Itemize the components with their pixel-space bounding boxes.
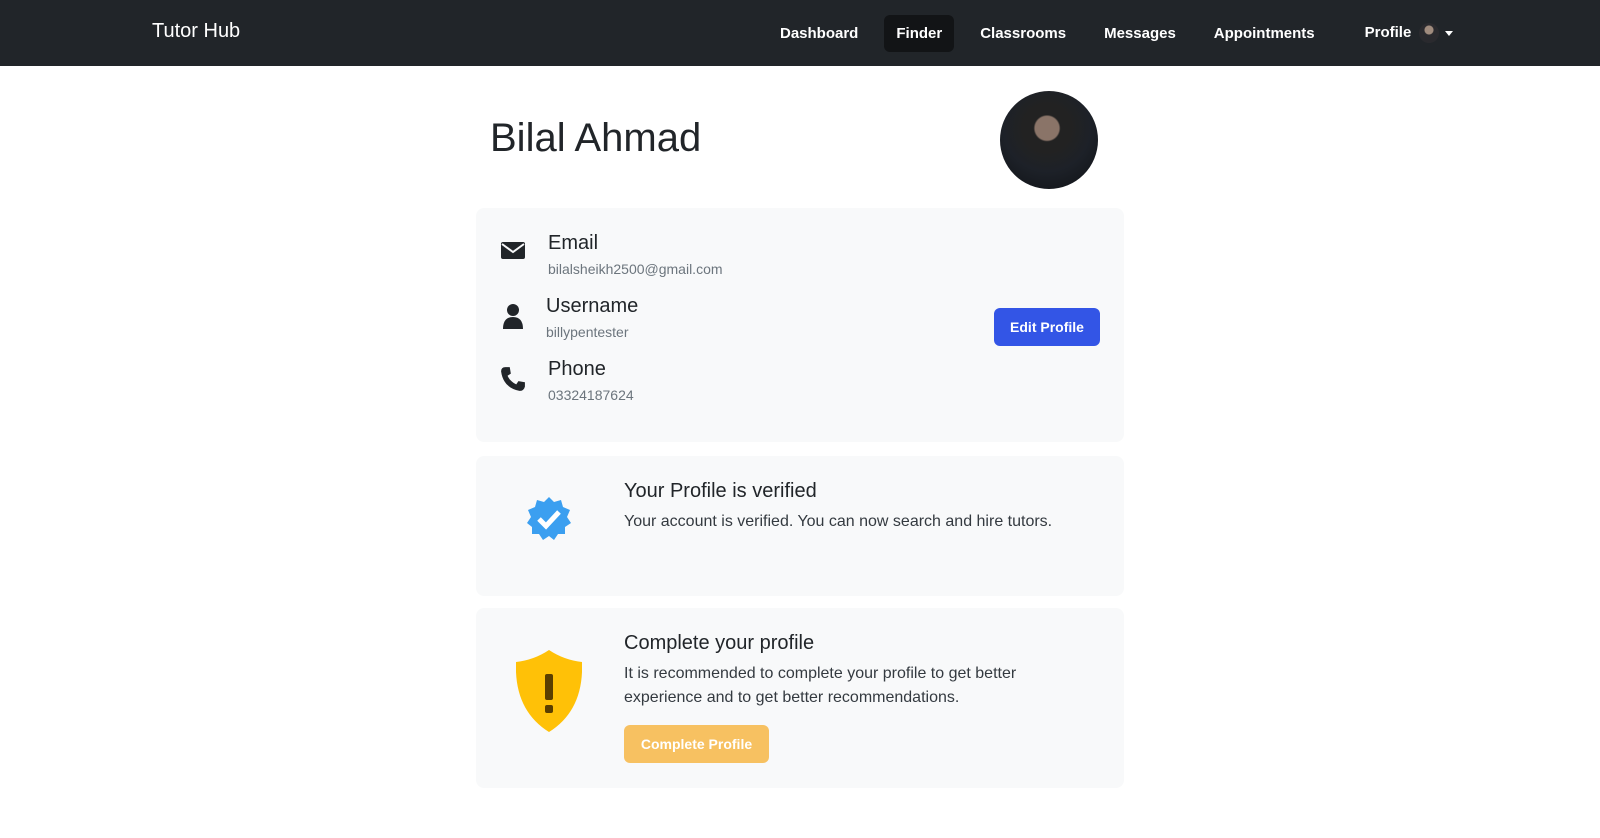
nav-messages[interactable]: Messages [1092, 15, 1188, 52]
verified-badge-icon [527, 497, 571, 540]
email-row: Email bilalsheikh2500@gmail.com [500, 232, 723, 277]
nav-finder[interactable]: Finder [884, 15, 955, 52]
verified-card: Your Profile is verified Your account is… [476, 456, 1124, 596]
email-label: Email [548, 232, 599, 254]
phone-row: Phone 03324187624 [500, 358, 634, 403]
envelope-icon [501, 242, 525, 259]
navbar: Tutor Hub Dashboard Finder Classrooms Me… [0, 0, 1600, 66]
verified-text: Your account is verified. You can now se… [624, 513, 1053, 530]
phone-label: Phone [548, 358, 606, 380]
profile-avatar [1000, 91, 1098, 189]
complete-profile-button[interactable]: Complete Profile [624, 725, 769, 763]
complete-text: It is recommended to complete your profi… [624, 665, 1017, 706]
avatar [1419, 23, 1440, 43]
profile-label: Profile [1364, 23, 1412, 41]
nav-appointments[interactable]: Appointments [1202, 15, 1327, 52]
warning-shield-icon [516, 650, 582, 732]
username-value: billypentester [546, 324, 629, 340]
profile-dropdown[interactable]: Profile [1353, 15, 1466, 52]
page-title: Bilal Ahmad [490, 116, 702, 160]
username-row: Username billypentester [500, 295, 638, 340]
verified-title: Your Profile is verified [624, 480, 817, 502]
edit-profile-button[interactable]: Edit Profile [994, 308, 1100, 346]
brand-logo[interactable]: Tutor Hub [152, 20, 240, 43]
caret-down-icon [1445, 30, 1454, 36]
complete-profile-card: Complete your profile It is recommended … [476, 608, 1124, 788]
nav-classrooms[interactable]: Classrooms [968, 15, 1078, 52]
username-label: Username [546, 295, 639, 317]
email-value: bilalsheikh2500@gmail.com [548, 261, 723, 277]
user-icon [503, 304, 523, 329]
nav-dashboard[interactable]: Dashboard [768, 15, 870, 52]
contact-card: Email bilalsheikh2500@gmail.com Username b… [476, 208, 1124, 442]
complete-title: Complete your profile [624, 632, 815, 654]
nav-links: Dashboard Finder Classrooms Messages App… [768, 15, 1479, 52]
phone-value: 03324187624 [548, 387, 634, 403]
phone-icon [501, 367, 525, 391]
